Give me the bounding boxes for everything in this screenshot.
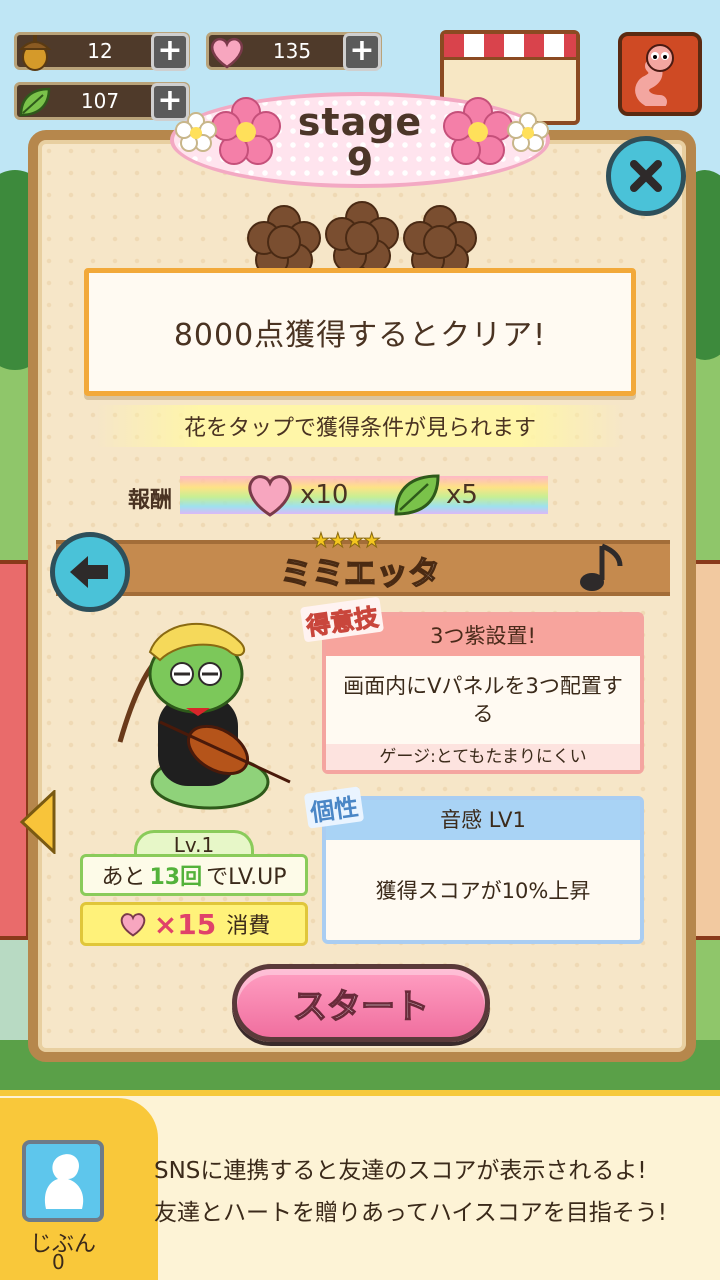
house-left — [0, 560, 30, 940]
close-icon — [630, 160, 662, 192]
leaf-icon — [394, 474, 440, 516]
add-heart-button[interactable]: + — [343, 33, 381, 71]
close-button[interactable] — [606, 136, 686, 216]
hint-text: 花をタップで獲得条件が見られます — [183, 416, 536, 441]
avatar-silhouette-icon — [44, 1154, 84, 1209]
start-button-label: スタート — [292, 986, 430, 1028]
special-skill-card: 3つ紫設置! 画面内にVパネルを3つ配置する ゲージ:とてもたまりにくい — [322, 612, 644, 774]
reward-leaves: x5 — [392, 470, 478, 520]
add-acorn-button[interactable]: + — [151, 33, 189, 71]
sns-message: SNSに連携すると友達のスコアが表示されるよ! 友達とハートを贈りあってハイスコ… — [154, 1150, 714, 1234]
reward-rainbow — [180, 476, 548, 514]
trait-description: 獲得スコアが10%上昇 — [375, 879, 591, 903]
back-arrow-icon — [70, 556, 108, 588]
reward-label: 報酬 — [128, 488, 173, 513]
flower-icon — [175, 112, 217, 152]
start-button[interactable]: スタート — [232, 964, 490, 1042]
acorn-count: 12 — [87, 39, 113, 63]
heart-cost-label: 消費 — [226, 914, 271, 939]
goal-box: 8000点獲得するとクリア! — [84, 268, 636, 396]
leaf-counter: 107 + — [14, 82, 190, 121]
reward-hearts: x10 — [244, 470, 348, 520]
level-remaining: 13回 — [149, 865, 203, 890]
heart-icon — [203, 27, 251, 77]
music-note-icon — [580, 543, 623, 591]
sns-message-line1: SNSに連携すると友達のスコアが表示されるよ! — [154, 1158, 647, 1184]
previous-character-button[interactable] — [50, 532, 130, 612]
worm-icon — [635, 44, 674, 106]
character-illustration — [117, 622, 291, 810]
heart-cost-value: ×15 — [153, 907, 217, 941]
reward-hearts-amount: x10 — [300, 480, 349, 510]
acorn-icon — [11, 27, 59, 77]
hint-bar: 花をタップで獲得条件が見られます — [96, 405, 624, 447]
leaf-count: 107 — [80, 89, 120, 113]
goal-text: 8000点獲得するとクリア! — [173, 318, 547, 353]
self-score: 0 — [52, 1250, 65, 1274]
heart-counter: 135 + — [206, 32, 382, 71]
leaf-icon — [11, 77, 59, 127]
level-badge: Lv.1 あと 13回 でLV.UP — [80, 830, 308, 896]
special-skill-description: 画面内にVパネルを3つ配置する — [343, 674, 623, 726]
level-progress: あと 13回 でLV.UP — [80, 854, 308, 896]
goal-flower-2 — [325, 201, 399, 273]
trait-title: 音感 LV1 — [326, 800, 640, 840]
level-prefix: あと — [101, 865, 146, 890]
goal-flower-1 — [247, 205, 321, 277]
reward-leaves-amount: x5 — [446, 480, 478, 510]
special-skill-gauge: ゲージ:とてもたまりにくい — [326, 744, 640, 770]
prev-stage-arrow[interactable] — [18, 790, 58, 854]
flower-icon — [443, 97, 513, 165]
trait-card: 音感 LV1 獲得スコアが10%上昇 — [322, 796, 644, 944]
flower-icon — [211, 97, 281, 165]
acorn-counter: 12 + — [14, 32, 190, 71]
heart-count: 135 — [272, 39, 312, 63]
goal-flower-3 — [403, 205, 477, 277]
self-avatar[interactable] — [22, 1140, 104, 1222]
heart-icon — [248, 475, 292, 517]
shop-awning — [444, 34, 576, 60]
character-menu-button[interactable] — [618, 32, 702, 116]
heart-cost-badge: ×15 消費 — [80, 902, 308, 946]
flower-icon — [507, 112, 549, 152]
sns-message-line2: 友達とハートを贈りあってハイスコアを目指そう! — [154, 1200, 667, 1226]
heart-icon — [120, 913, 146, 937]
level-suffix: でLV.UP — [206, 865, 287, 890]
